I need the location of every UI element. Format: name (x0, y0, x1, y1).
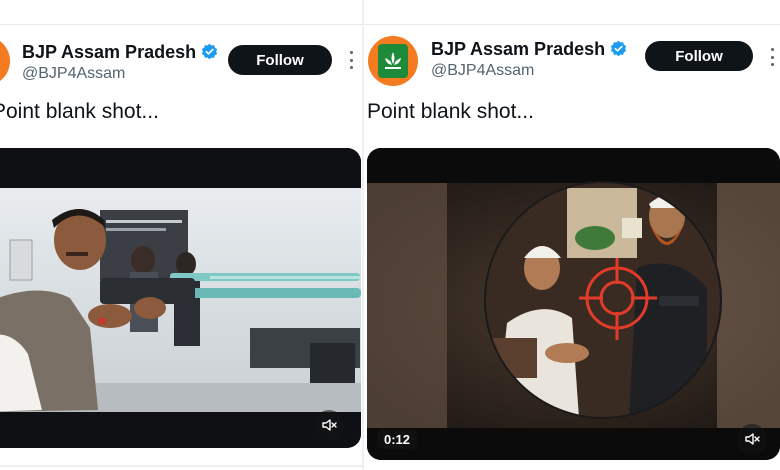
mute-icon[interactable] (737, 424, 767, 454)
lotus-logo-icon (385, 52, 401, 69)
video-frame-shooting-range (0, 148, 361, 448)
avatar[interactable] (368, 36, 418, 86)
bottom-divider (0, 465, 362, 467)
verified-badge-icon (610, 40, 627, 57)
follow-button[interactable]: Follow (228, 45, 332, 75)
author-name[interactable]: BJP Assam Pradesh (22, 42, 218, 63)
tweet-left: BJP Assam Pradesh @BJP4Assam Follow Poin… (0, 0, 362, 470)
more-options-icon[interactable] (348, 51, 354, 69)
author-name[interactable]: BJP Assam Pradesh (431, 39, 627, 60)
tweet-text: Point blank shot... (367, 100, 534, 123)
more-options-icon[interactable] (769, 48, 775, 66)
follow-button[interactable]: Follow (645, 41, 753, 71)
author-name-text: BJP Assam Pradesh (431, 39, 606, 59)
video-player[interactable]: 0:12 (367, 148, 780, 460)
author-handle[interactable]: @BJP4Assam (22, 65, 125, 83)
tweet-right: BJP Assam Pradesh @BJP4Assam Follow Poin… (364, 0, 780, 470)
video-timestamp: 0:12 (377, 430, 418, 449)
author-handle[interactable]: @BJP4Assam (431, 62, 534, 80)
video-frame-crosshair (367, 148, 780, 460)
top-divider (364, 24, 780, 25)
tweet-text: Point blank shot... (0, 100, 159, 123)
author-name-text: BJP Assam Pradesh (22, 42, 197, 62)
mute-icon[interactable] (314, 410, 344, 440)
top-divider (0, 24, 362, 25)
verified-badge-icon (201, 43, 218, 60)
avatar[interactable] (0, 36, 10, 86)
video-player[interactable] (0, 148, 361, 448)
